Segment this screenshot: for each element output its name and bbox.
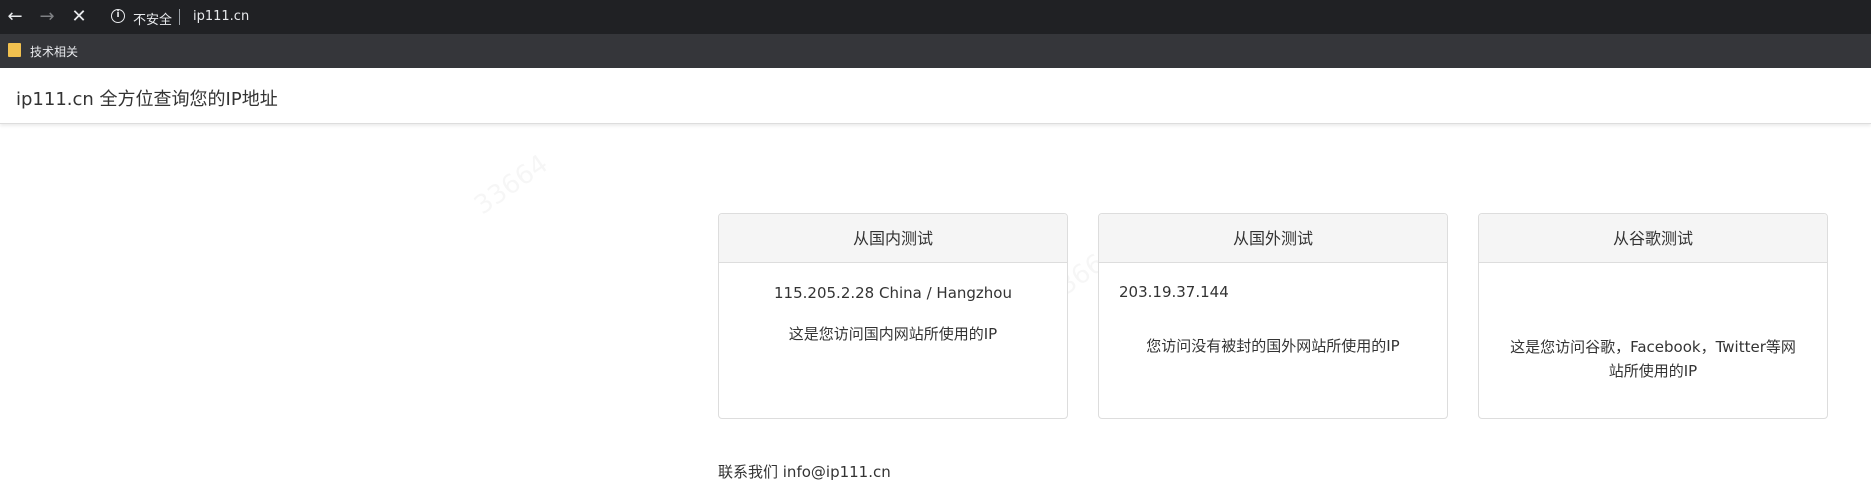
- info-icon[interactable]: i: [111, 9, 125, 23]
- back-arrow-icon[interactable]: ←: [2, 5, 28, 31]
- page-title[interactable]: ip111.cn 全方位查询您的IP地址: [16, 85, 278, 111]
- url-divider: [179, 9, 180, 25]
- panel-heading: 从国内测试: [719, 214, 1067, 263]
- foreign-ip-description: 您访问没有被封的国外网站所使用的IP: [1146, 337, 1400, 355]
- forward-arrow-icon[interactable]: →: [34, 5, 60, 31]
- security-label: 不安全: [133, 13, 173, 28]
- domestic-test-panel: 从国内测试 115.205.2.28 China / Hangzhou 这是您访…: [718, 213, 1068, 419]
- browser-toolbar: ← → ✕ i 不安全 ip111.cn: [0, 0, 1871, 34]
- bookmark-label: 技术相关: [30, 45, 79, 59]
- foreign-ip-value: 203.19.37.144: [1119, 283, 1229, 301]
- panel-body: 这是您访问谷歌，Facebook，Twitter等网站所使用的IP: [1479, 263, 1827, 419]
- address-bar[interactable]: i 不安全 ip111.cn: [103, 3, 1868, 31]
- bookmarks-bar: 技术相关: [0, 34, 1871, 68]
- panel-body: 115.205.2.28 China / Hangzhou 这是您访问国内网站所…: [719, 263, 1067, 419]
- foreign-test-panel: 从国外测试 203.19.37.144 您访问没有被封的国外网站所使用的IP: [1098, 213, 1448, 419]
- panel-body: 203.19.37.144 您访问没有被封的国外网站所使用的IP: [1099, 263, 1447, 419]
- folder-icon: [8, 43, 21, 57]
- watermark: 33664: [469, 149, 554, 221]
- contact-info: 联系我们 info@ip111.cn: [718, 463, 891, 481]
- google-ip-description: 这是您访问谷歌，Facebook，Twitter等网站所使用的IP: [1510, 338, 1796, 380]
- site-header: ip111.cn 全方位查询您的IP地址: [0, 68, 1871, 124]
- panel-heading: 从谷歌测试: [1479, 214, 1827, 263]
- url-text[interactable]: ip111.cn: [193, 9, 249, 24]
- domestic-ip-value: 115.205.2.28 China / Hangzhou: [774, 284, 1012, 302]
- domestic-ip-description: 这是您访问国内网站所使用的IP: [788, 325, 998, 343]
- panel-heading: 从国外测试: [1099, 214, 1447, 263]
- stop-loading-icon[interactable]: ✕: [66, 5, 92, 31]
- google-test-panel: 从谷歌测试 这是您访问谷歌，Facebook，Twitter等网站所使用的IP: [1478, 213, 1828, 419]
